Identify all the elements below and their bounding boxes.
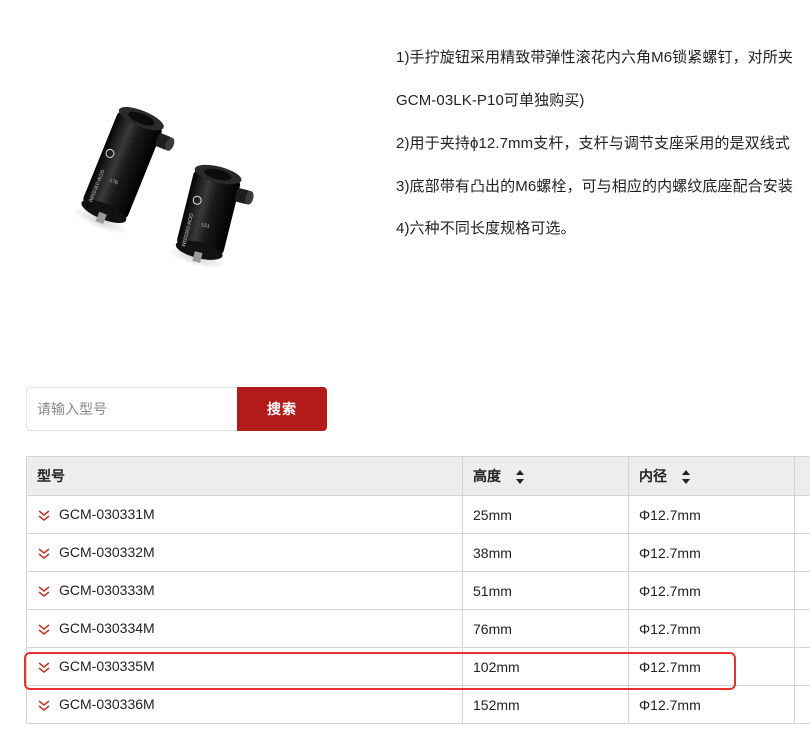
cell-model[interactable]: GCM-030333M xyxy=(26,571,463,610)
optical-post-holders-illustration: GCM-030334M L76 GCM-030333M L51 xyxy=(72,106,254,269)
model-number: GCM-030333M xyxy=(59,582,155,599)
table-row[interactable]: GCM-030335M 102mm Φ12.7mm xyxy=(26,647,810,686)
cell-model[interactable]: GCM-030335M xyxy=(26,647,463,686)
model-search-input[interactable] xyxy=(26,387,238,431)
sort-icon[interactable] xyxy=(515,469,525,485)
search-button[interactable]: 搜索 xyxy=(237,387,327,431)
cell-extra xyxy=(794,571,810,610)
cell-height: 25mm xyxy=(462,495,629,534)
table-row[interactable]: GCM-030336M 152mm Φ12.7mm xyxy=(26,685,810,724)
table-row[interactable]: GCM-030334M 76mm Φ12.7mm xyxy=(26,609,810,648)
cell-extra xyxy=(794,647,810,686)
description-line-4: 3)底部带有凸出的M6螺栓，可与相应的内螺纹底座配合安装 xyxy=(396,178,793,195)
cell-inner-diameter: Φ12.7mm xyxy=(628,685,795,724)
double-chevron-down-icon[interactable] xyxy=(37,585,51,599)
cell-inner-diameter: Φ12.7mm xyxy=(628,495,795,534)
model-number: GCM-030335M xyxy=(59,658,155,675)
model-number: GCM-030331M xyxy=(59,506,155,523)
sort-icon[interactable] xyxy=(681,469,691,485)
cell-height: 51mm xyxy=(462,571,629,610)
table-header-row: 型号 高度 内径 xyxy=(26,456,810,496)
double-chevron-down-icon[interactable] xyxy=(37,623,51,637)
double-chevron-down-icon[interactable] xyxy=(37,661,51,675)
column-header-inner-diameter[interactable]: 内径 xyxy=(628,456,795,496)
cell-extra xyxy=(794,685,810,724)
table-row[interactable]: GCM-030331M 25mm Φ12.7mm xyxy=(26,495,810,534)
double-chevron-down-icon[interactable] xyxy=(37,699,51,713)
description-line-2: GCM-03LK-P10可单独购买) xyxy=(396,92,585,109)
cell-model[interactable]: GCM-030336M xyxy=(26,685,463,724)
double-chevron-down-icon[interactable] xyxy=(37,509,51,523)
table-row[interactable]: GCM-030332M 38mm Φ12.7mm xyxy=(26,533,810,572)
cell-inner-diameter: Φ12.7mm xyxy=(628,609,795,648)
cell-height: 102mm xyxy=(462,647,629,686)
cell-inner-diameter: Φ12.7mm xyxy=(628,647,795,686)
model-number: GCM-030336M xyxy=(59,696,155,713)
cell-model[interactable]: GCM-030332M xyxy=(26,533,463,572)
right-post-holder: GCM-030333M L51 xyxy=(168,164,254,269)
cell-inner-diameter: Φ12.7mm xyxy=(628,571,795,610)
description-line-5: 4)六种不同长度规格可选。 xyxy=(396,220,576,237)
column-header-extra xyxy=(794,456,810,496)
left-post-holder: GCM-030334M L76 xyxy=(72,106,175,235)
description-line-1: 1)手拧旋钮采用精致带弹性滚花内六角M6锁紧螺钉，对所夹 xyxy=(396,49,793,66)
cell-extra xyxy=(794,609,810,648)
cell-extra xyxy=(794,533,810,572)
column-header-model: 型号 xyxy=(26,456,463,496)
cell-model[interactable]: GCM-030331M xyxy=(26,495,463,534)
cell-height: 38mm xyxy=(462,533,629,572)
description-line-3: 2)用于夹持ϕ12.7mm支杆，支杆与调节支座采用的是双线式 xyxy=(396,135,790,152)
cell-height: 152mm xyxy=(462,685,629,724)
table-row[interactable]: GCM-030333M 51mm Φ12.7mm xyxy=(26,571,810,610)
cell-inner-diameter: Φ12.7mm xyxy=(628,533,795,572)
product-description: 1)手拧旋钮采用精致带弹性滚花内六角M6锁紧螺钉，对所夹 GCM-03LK-P1… xyxy=(396,38,810,248)
model-number: GCM-030332M xyxy=(59,544,155,561)
cell-model[interactable]: GCM-030334M xyxy=(26,609,463,648)
product-image: GCM-030334M L76 GCM-030333M L51 xyxy=(60,88,300,288)
product-spec-table: 型号 高度 内径 GCM-030331M 25mm Φ12.7mm GCM-03033… xyxy=(26,456,810,724)
column-header-height[interactable]: 高度 xyxy=(462,456,629,496)
cell-extra xyxy=(794,495,810,534)
double-chevron-down-icon[interactable] xyxy=(37,547,51,561)
model-number: GCM-030334M xyxy=(59,620,155,637)
cell-height: 76mm xyxy=(462,609,629,648)
